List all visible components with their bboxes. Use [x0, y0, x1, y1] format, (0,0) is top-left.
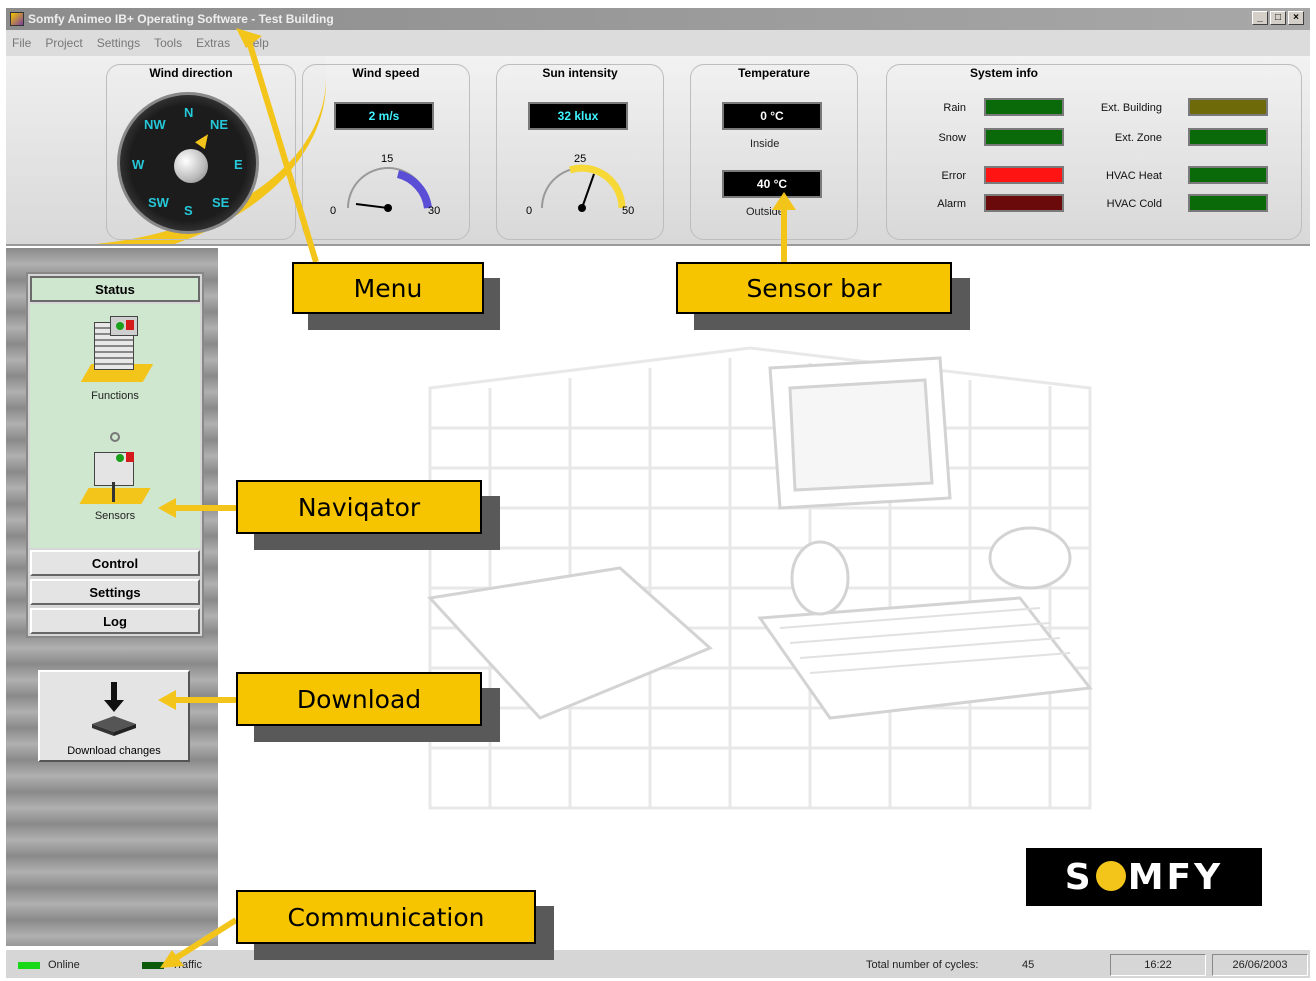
menu-arrow — [245, 37, 319, 263]
download-callout: Download — [236, 672, 482, 726]
menu-callout: Menu — [292, 262, 484, 314]
navigator-callout: Naviqator — [236, 480, 482, 534]
download-arrowhead — [158, 690, 176, 710]
menu-arrowhead — [236, 28, 262, 48]
sensor-bar-callout: Sensor bar — [676, 262, 952, 314]
annotation-arrows — [158, 28, 796, 968]
navigator-arrowhead — [158, 498, 176, 518]
communication-arrow — [174, 917, 238, 961]
sensor-bar-arrowhead — [772, 192, 796, 210]
communication-callout: Communication — [236, 890, 536, 944]
